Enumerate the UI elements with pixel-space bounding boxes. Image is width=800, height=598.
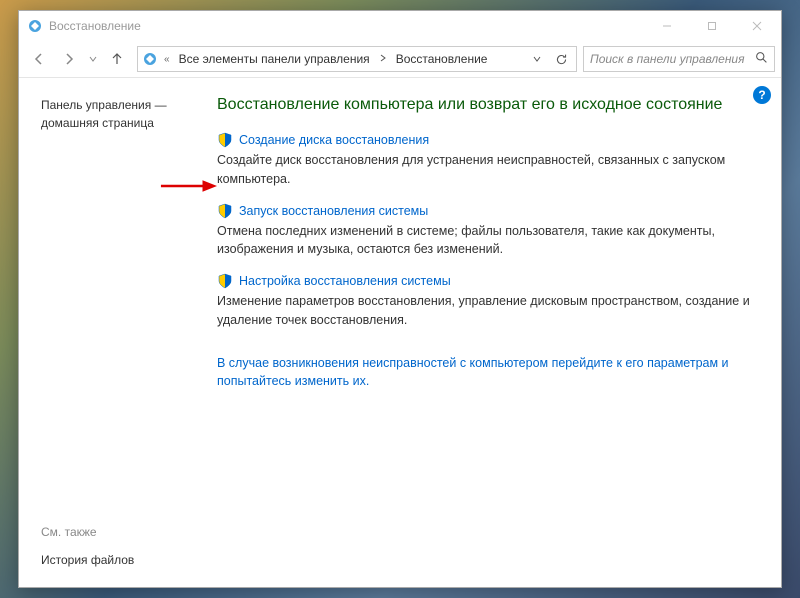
option-create-recovery-drive: Создание диска восстановления Создайте д… [217,132,759,189]
page-heading: Восстановление компьютера или возврат ег… [217,96,759,114]
option-configure-restore: Настройка восстановления системы Изменен… [217,273,759,330]
forward-button[interactable] [55,45,83,73]
search-input[interactable] [590,52,755,66]
troubleshoot-link[interactable]: В случае возникновения неисправностей с … [217,354,759,392]
control-panel-window: Восстановление [18,10,782,588]
breadcrumb-dropdown[interactable] [526,48,548,70]
breadcrumb[interactable]: « Все элементы панели управления Восстан… [137,46,577,72]
window-title: Восстановление [49,19,644,33]
shield-icon [217,203,233,219]
up-button[interactable] [103,45,131,73]
search-icon[interactable] [755,51,768,67]
app-icon [27,18,43,34]
search-box[interactable] [583,46,775,72]
system-restore-link[interactable]: Запуск восстановления системы [239,204,428,218]
breadcrumb-seg-recovery[interactable]: Восстановление [393,50,491,68]
refresh-button[interactable] [550,48,572,70]
maximize-button[interactable] [689,12,734,40]
system-restore-desc: Отмена последних изменений в системе; фа… [217,222,759,260]
create-recovery-drive-desc: Создайте диск восстановления для устране… [217,151,759,189]
back-button[interactable] [25,45,53,73]
breadcrumb-overflow[interactable]: « [162,54,172,65]
titlebar: Восстановление [19,11,781,41]
breadcrumb-seg-all-items[interactable]: Все элементы панели управления [176,50,373,68]
sidebar: Панель управления — домашняя страница См… [19,78,211,587]
option-system-restore: Запуск восстановления системы Отмена пос… [217,203,759,260]
chevron-right-icon [377,54,389,65]
sidebar-file-history-link[interactable]: История файлов [41,553,197,567]
configure-restore-desc: Изменение параметров восстановления, упр… [217,292,759,330]
shield-icon [217,273,233,289]
navigation-bar: « Все элементы панели управления Восстан… [19,41,781,78]
shield-icon [217,132,233,148]
configure-restore-link[interactable]: Настройка восстановления системы [239,274,451,288]
see-also-heading: См. также [41,525,197,539]
recent-dropdown[interactable] [85,45,101,73]
sidebar-home-link[interactable]: Панель управления — домашняя страница [41,96,197,132]
content-area: Панель управления — домашняя страница См… [19,78,781,587]
main-content: ? Восстановление компьютера или возврат … [211,78,781,587]
minimize-button[interactable] [644,12,689,40]
create-recovery-drive-link[interactable]: Создание диска восстановления [239,133,429,147]
window-controls [644,12,779,40]
location-icon [142,51,158,67]
close-button[interactable] [734,12,779,40]
